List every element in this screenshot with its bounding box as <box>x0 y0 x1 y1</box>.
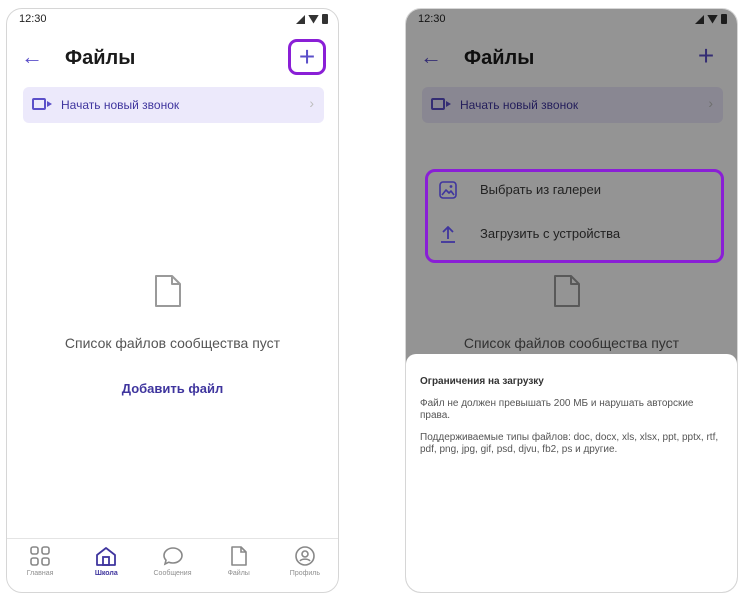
status-bar: 12:30 <box>7 9 338 31</box>
back-arrow-icon[interactable]: ← <box>21 45 43 69</box>
add-file-link[interactable]: Добавить файл <box>7 381 338 396</box>
nav-label-school: Школа <box>94 570 118 577</box>
start-call-label: Начать новый звонок <box>61 98 180 112</box>
nav-label-files: Файлы <box>227 570 250 577</box>
upload-actions-highlight: Выбрать из галереи Загрузить с устройств… <box>425 169 724 263</box>
upload-icon <box>441 226 455 243</box>
grid-icon <box>30 546 50 566</box>
add-file-button[interactable]: + <box>288 39 326 75</box>
choose-from-gallery-button[interactable]: Выбрать из галереи <box>428 174 721 210</box>
app-header: ← Файлы + <box>7 37 338 81</box>
nav-label-profile: Профиль <box>289 570 321 577</box>
file-icon <box>230 546 247 566</box>
start-call-bar[interactable]: Начать новый звонок › <box>23 87 324 123</box>
page-title: Файлы <box>65 47 136 69</box>
nav-item-home[interactable]: Главная <box>7 539 73 592</box>
signal-icon <box>296 14 305 24</box>
bottom-navigation: Главная Школа Сообщения Файлы Профиль <box>7 538 338 592</box>
nav-item-files[interactable]: Файлы <box>206 539 272 592</box>
gallery-icon <box>439 181 457 199</box>
phone-screen-files-empty: 12:30 ← Файлы + Начать новый звонок › Сп… <box>6 8 339 593</box>
empty-state-message: Список файлов сообщества пуст <box>64 335 281 351</box>
chevron-right-icon: › <box>309 95 314 111</box>
nav-label-messages: Сообщения <box>153 570 192 577</box>
battery-icon <box>322 14 328 24</box>
wifi-icon <box>308 14 319 24</box>
nav-item-messages[interactable]: Сообщения <box>139 539 205 592</box>
choose-from-gallery-label: Выбрать из галереи <box>480 182 602 197</box>
video-camera-icon <box>32 98 52 110</box>
upload-from-device-button[interactable]: Загрузить с устройства <box>428 218 721 254</box>
supported-types-text: Поддерживаемые типы файлов: doc, docx, x… <box>420 432 719 455</box>
file-icon <box>155 275 181 307</box>
upload-bottom-sheet: Ограничения на загрузку Файл не должен п… <box>406 354 737 592</box>
chat-bubble-icon <box>162 547 183 566</box>
nav-item-profile[interactable]: Профиль <box>272 539 338 592</box>
phone-screen-upload-sheet: 12:30 ← Файлы + Начать новый звонок › Сп… <box>405 8 738 593</box>
status-time: 12:30 <box>19 13 47 25</box>
nav-item-school[interactable]: Школа <box>73 539 139 592</box>
upload-size-limit-text: Файл не должен превышать 200 МБ и наруша… <box>420 398 694 421</box>
upload-limits-title: Ограничения на загрузку <box>420 376 544 387</box>
nav-label-home: Главная <box>26 570 54 577</box>
profile-icon <box>295 546 315 566</box>
school-icon <box>96 547 117 566</box>
upload-from-device-label: Загрузить с устройства <box>480 226 621 241</box>
